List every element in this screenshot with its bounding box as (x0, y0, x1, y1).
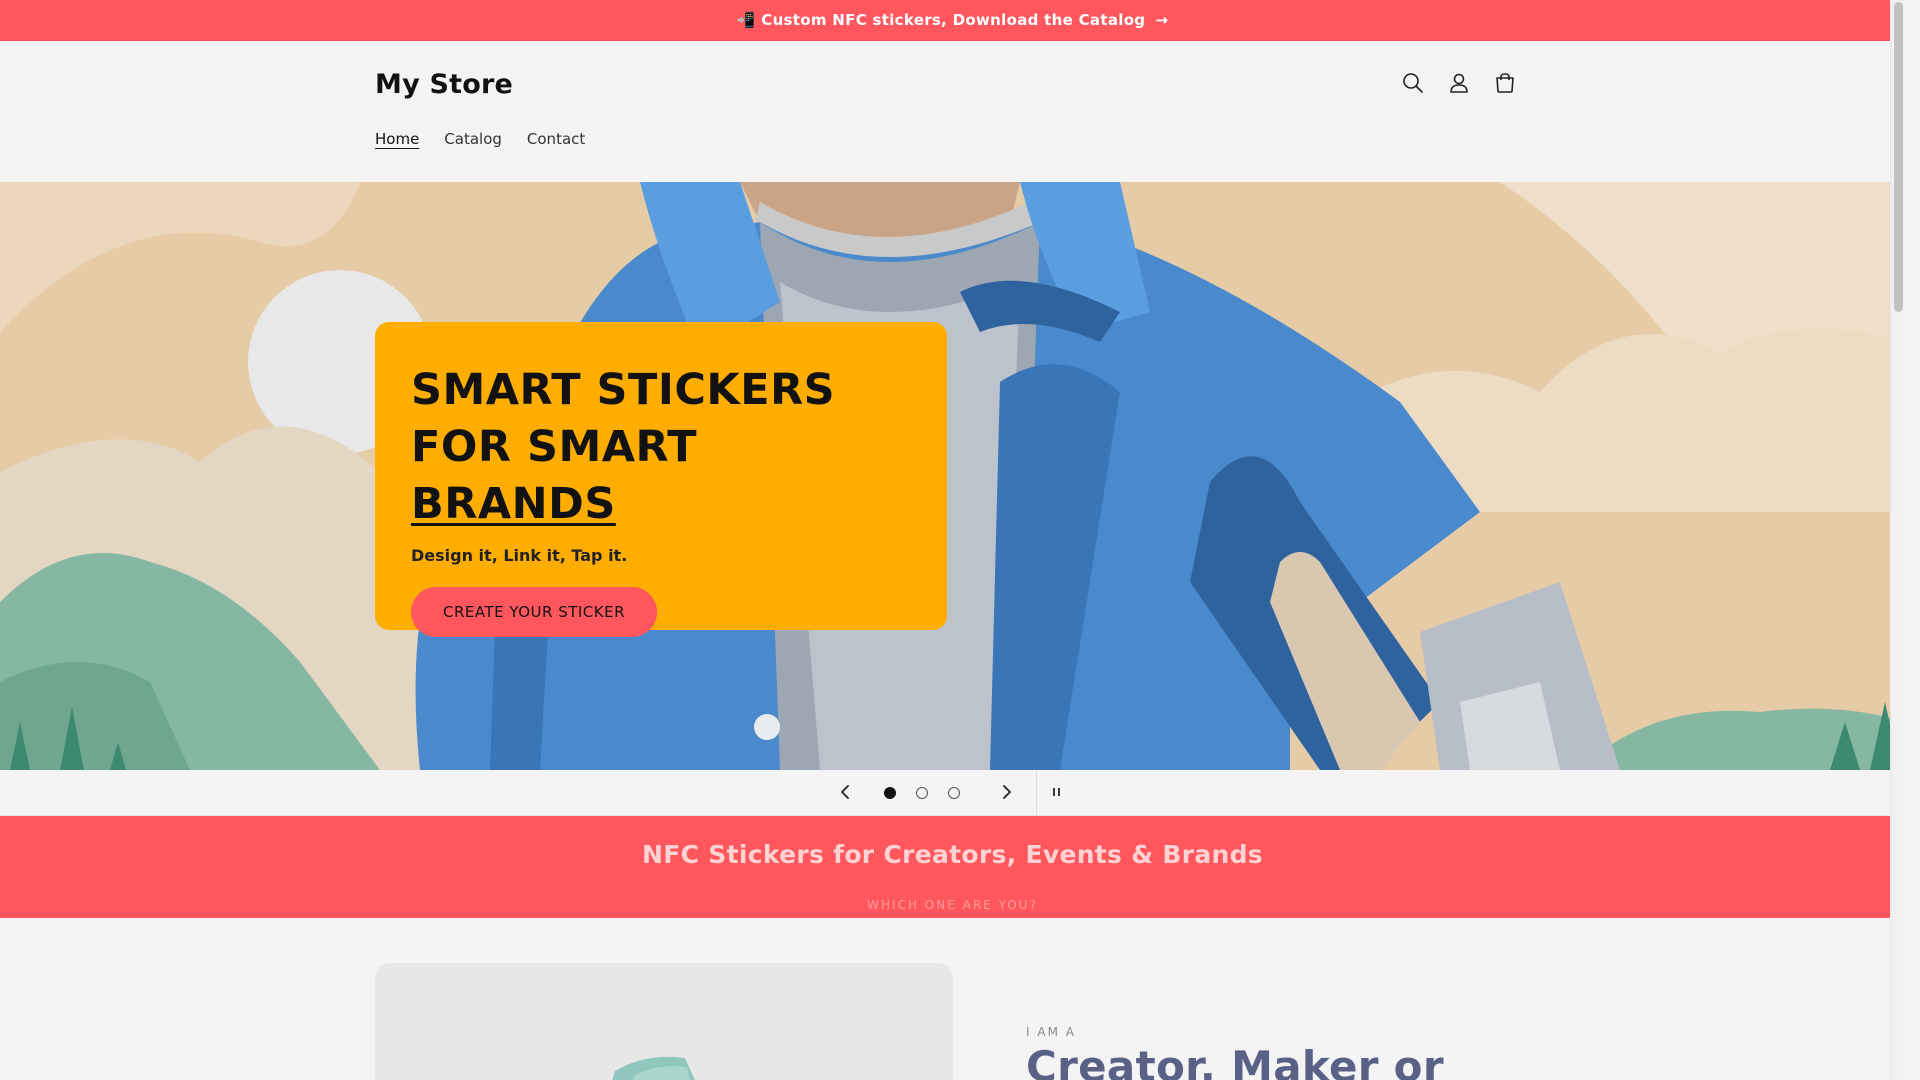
feature-heading: Creator, Maker or (1026, 1042, 1444, 1080)
page: 📲 Custom NFC stickers, Download the Cata… (0, 0, 1905, 1080)
nav-item-catalog[interactable]: Catalog (444, 130, 502, 148)
hero-title-brands: BRANDS (411, 479, 616, 529)
nav-item-contact[interactable]: Contact (527, 130, 585, 148)
controls-divider (1036, 770, 1037, 816)
nfc-band: NFC Stickers for Creators, Events & Bran… (0, 816, 1905, 918)
announcement-text[interactable]: 📲 Custom NFC stickers, Download the Cata… (737, 11, 1146, 29)
hero-card: SMART STICKERS FOR SMART BRANDS Design i… (375, 322, 947, 637)
header-icons (1400, 65, 1518, 101)
slide-dots (884, 787, 960, 799)
hero-title-line-1: SMART STICKERS (411, 365, 836, 415)
hero-subtitle: Design it, Link it, Tap it. (411, 546, 628, 565)
arrow-right-icon: → (1155, 11, 1169, 29)
slide-dot-3[interactable] (948, 787, 960, 799)
slider-controls (0, 770, 1905, 816)
band-title: NFC Stickers for Creators, Events & Bran… (642, 840, 1263, 869)
feature-kicker: I AM A (1026, 1025, 1076, 1039)
hero-slideshow: SMART STICKERS FOR SMART BRANDS Design i… (0, 182, 1905, 770)
slide-dot-1[interactable] (884, 787, 896, 799)
pause-icon[interactable] (1048, 782, 1066, 806)
cart-icon[interactable] (1492, 65, 1518, 101)
page-scrollbar[interactable] (1890, 0, 1905, 1080)
create-sticker-button[interactable]: CREATE YOUR STICKER (411, 587, 658, 637)
sticker-illustration (612, 1056, 695, 1080)
main-nav: Home Catalog Contact (375, 130, 585, 148)
chevron-left-icon[interactable] (836, 782, 854, 806)
hero-illustration (0, 182, 1905, 770)
account-icon[interactable] (1446, 65, 1472, 101)
store-logo[interactable]: My Store (375, 69, 513, 100)
slide-dot-2[interactable] (916, 787, 928, 799)
hero-title: SMART STICKERS FOR SMART BRANDS (411, 362, 911, 533)
nav-item-home[interactable]: Home (375, 130, 419, 148)
feature-section: I AM A Creator, Maker or (0, 918, 1905, 1080)
site-header: My Store Home Catalog Contact (0, 41, 1905, 182)
hero-title-line-2: FOR SMART BRANDS (411, 419, 911, 533)
band-subtitle: WHICH ONE ARE YOU? (867, 898, 1038, 912)
scrollbar-thumb[interactable] (1894, 2, 1903, 312)
hero-title-prefix: FOR SMART (411, 422, 698, 472)
search-icon[interactable] (1400, 65, 1426, 101)
chevron-right-icon[interactable] (998, 782, 1016, 806)
announcement-bar[interactable]: 📲 Custom NFC stickers, Download the Cata… (0, 0, 1905, 41)
feature-image (375, 963, 953, 1080)
